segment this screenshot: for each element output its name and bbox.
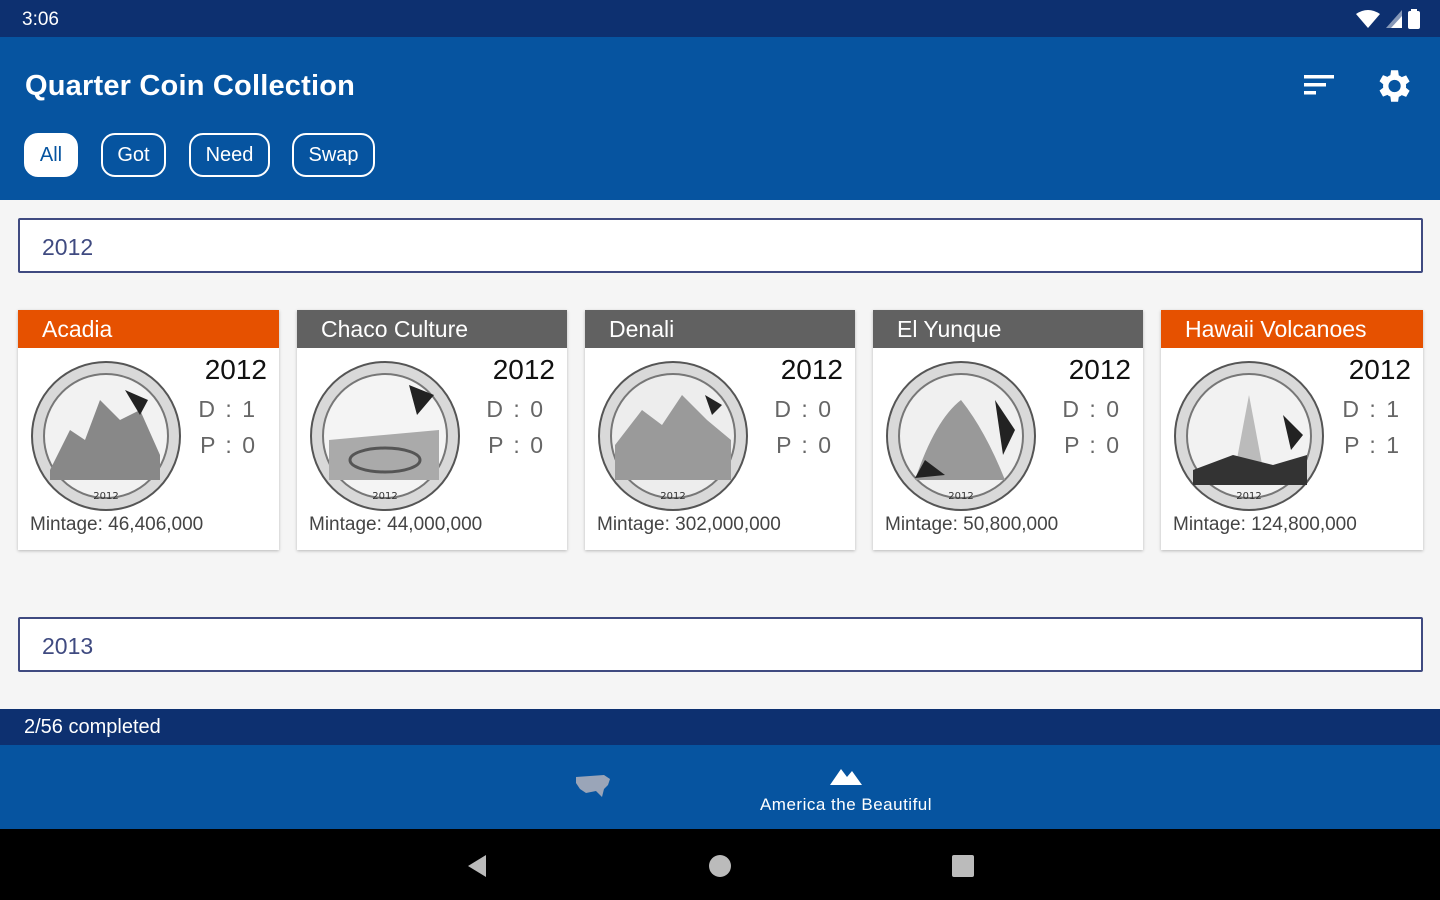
sort-button[interactable] [1300, 67, 1340, 103]
coin-philadelphia-count: P : 1 [1344, 432, 1401, 458]
status-time: 3:06 [22, 9, 59, 30]
mountain-icon [830, 769, 862, 785]
coin-year: 2012 [1068, 354, 1131, 385]
filter-chip-got[interactable]: Got [101, 133, 166, 177]
coin-philadelphia-count: P : 0 [1064, 432, 1121, 458]
coin-image-acadia: 2012 [31, 361, 181, 511]
year-header-2013[interactable]: 2013 [18, 617, 1423, 672]
coin-name: Denali [585, 310, 855, 348]
nav-item-america-the-beautiful[interactable]: America the Beautiful [746, 745, 946, 829]
coin-name: Acadia [18, 310, 279, 348]
progress-text: 2/56 completed [24, 716, 161, 738]
coin-name: El Yunque [873, 310, 1143, 348]
filter-chip-swap[interactable]: Swap [292, 133, 375, 177]
coin-image-hawaii-volcanoes: 2012 [1174, 361, 1324, 511]
filter-chip-all[interactable]: All [24, 133, 78, 177]
coin-year: 2012 [780, 354, 843, 385]
home-icon[interactable] [703, 849, 737, 883]
coin-philadelphia-count: P : 0 [776, 432, 833, 458]
bottom-nav: America the Beautiful [0, 745, 1440, 829]
coin-mintage: Mintage: 50,800,000 [885, 514, 1059, 535]
battery-icon [1408, 9, 1420, 29]
coin-image-chaco-culture: 2012 [310, 361, 460, 511]
coin-mintage: Mintage: 302,000,000 [597, 514, 781, 535]
coin-philadelphia-count: P : 0 [488, 432, 545, 458]
signal-icon [1386, 10, 1402, 28]
app-title: Quarter Coin Collection [25, 70, 356, 102]
coin-philadelphia-count: P : 0 [200, 432, 257, 458]
coin-mintage: Mintage: 46,406,000 [30, 514, 204, 535]
coin-card-hawaii-volcanoes[interactable]: Hawaii Volcanoes 2012 2012 D : 1 P : 1 M… [1161, 310, 1423, 550]
progress-bar: 2/56 completed [0, 709, 1440, 745]
coin-image-el-yunque: 2012 [886, 361, 1036, 511]
coin-denver-count: D : 0 [486, 396, 545, 422]
coin-image-denali: 2012 [598, 361, 748, 511]
status-bar: 3:06 [0, 0, 1440, 37]
coin-card-chaco-culture[interactable]: Chaco Culture 2012 2012 D : 0 P : 0 Mint… [297, 310, 567, 550]
coin-year: 2012 [204, 354, 267, 385]
coin-year: 2012 [492, 354, 555, 385]
system-nav-bar [0, 829, 1440, 900]
year-header-2012[interactable]: 2012 [18, 218, 1423, 273]
svg-text:2012: 2012 [93, 491, 118, 502]
gear-icon [1379, 70, 1410, 102]
status-icons [1356, 9, 1420, 29]
coin-card-el-yunque[interactable]: El Yunque 2012 2012 D : 0 P : 0 Mintage:… [873, 310, 1143, 550]
coin-mintage: Mintage: 124,800,000 [1173, 514, 1357, 535]
svg-text:2012: 2012 [948, 491, 973, 502]
app-bar: Quarter Coin Collection All Got Need Swa… [0, 37, 1440, 200]
year-header-label: 2012 [42, 234, 94, 260]
year-header-label: 2013 [42, 633, 94, 659]
coin-denver-count: D : 0 [1062, 396, 1121, 422]
coin-denver-count: D : 0 [774, 396, 833, 422]
coin-name: Hawaii Volcanoes [1161, 310, 1423, 348]
coin-year: 2012 [1348, 354, 1411, 385]
recents-icon[interactable] [946, 849, 980, 883]
wifi-icon [1356, 10, 1380, 28]
nav-label-america-the-beautiful: America the Beautiful [759, 795, 933, 814]
settings-button[interactable] [1372, 65, 1414, 107]
svg-text:2012: 2012 [1236, 491, 1261, 502]
svg-text:2012: 2012 [660, 491, 685, 502]
nav-item-states[interactable] [494, 745, 694, 829]
filter-chip-need[interactable]: Need [189, 133, 270, 177]
coin-mintage: Mintage: 44,000,000 [309, 514, 483, 535]
usa-map-icon [576, 775, 610, 797]
coin-denver-count: D : 1 [1342, 396, 1401, 422]
coin-card-denali[interactable]: Denali 2012 2012 D : 0 P : 0 Mintage: 30… [585, 310, 855, 550]
svg-text:2012: 2012 [372, 491, 397, 502]
coin-name: Chaco Culture [297, 310, 567, 348]
sort-icon [1304, 75, 1334, 95]
coin-denver-count: D : 1 [198, 396, 257, 422]
back-icon[interactable] [460, 849, 494, 883]
coin-card-acadia[interactable]: Acadia 2012 2012 D : 1 P : 0 Mintage: 46… [18, 310, 279, 550]
